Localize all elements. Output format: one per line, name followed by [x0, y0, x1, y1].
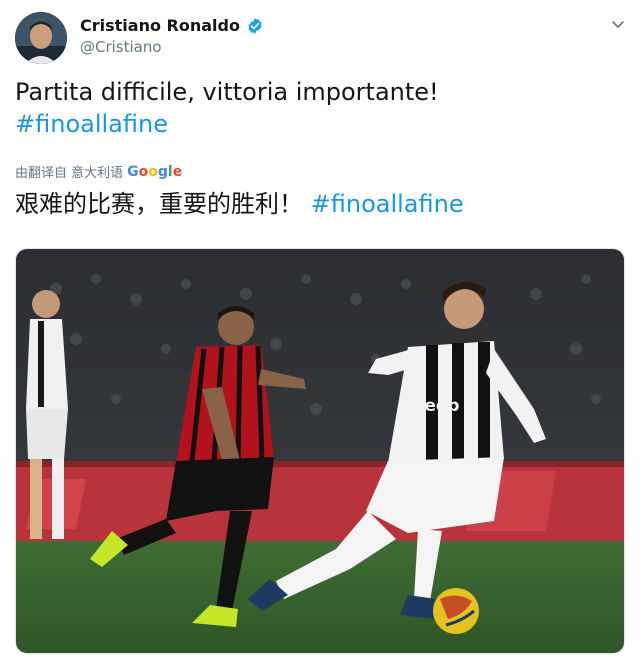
google-logo: Google	[127, 163, 183, 180]
chevron-down-icon[interactable]	[610, 16, 626, 32]
translated-body: 艰难的比赛，重要的胜利！	[15, 190, 303, 218]
avatar[interactable]	[15, 12, 67, 64]
translated-text: 艰难的比赛，重要的胜利！ #finoallafine	[15, 188, 464, 220]
translation-attribution: 由翻译自 意大利语 Google	[15, 162, 183, 182]
author-handle[interactable]: @Cristiano	[80, 38, 162, 56]
tweet-photo[interactable]: Jeep	[15, 248, 625, 654]
author-name[interactable]: Cristiano Ronaldo	[80, 16, 240, 35]
jersey-sponsor-text: Jeep	[417, 396, 460, 416]
translated-hashtag-link[interactable]: #finoallafine	[311, 190, 464, 218]
translation-label[interactable]: 由翻译自 意大利语	[15, 162, 123, 181]
hashtag-link[interactable]: #finoallafine	[15, 108, 625, 140]
tweet-card: Cristiano Ronaldo @Cristiano Partita dif…	[0, 0, 640, 662]
author-name-row: Cristiano Ronaldo	[80, 16, 264, 35]
tweet-body: Partita difficile, vittoria importante!	[15, 78, 439, 106]
tweet-text: Partita difficile, vittoria importante! …	[15, 76, 625, 140]
verified-badge-icon	[246, 17, 264, 35]
